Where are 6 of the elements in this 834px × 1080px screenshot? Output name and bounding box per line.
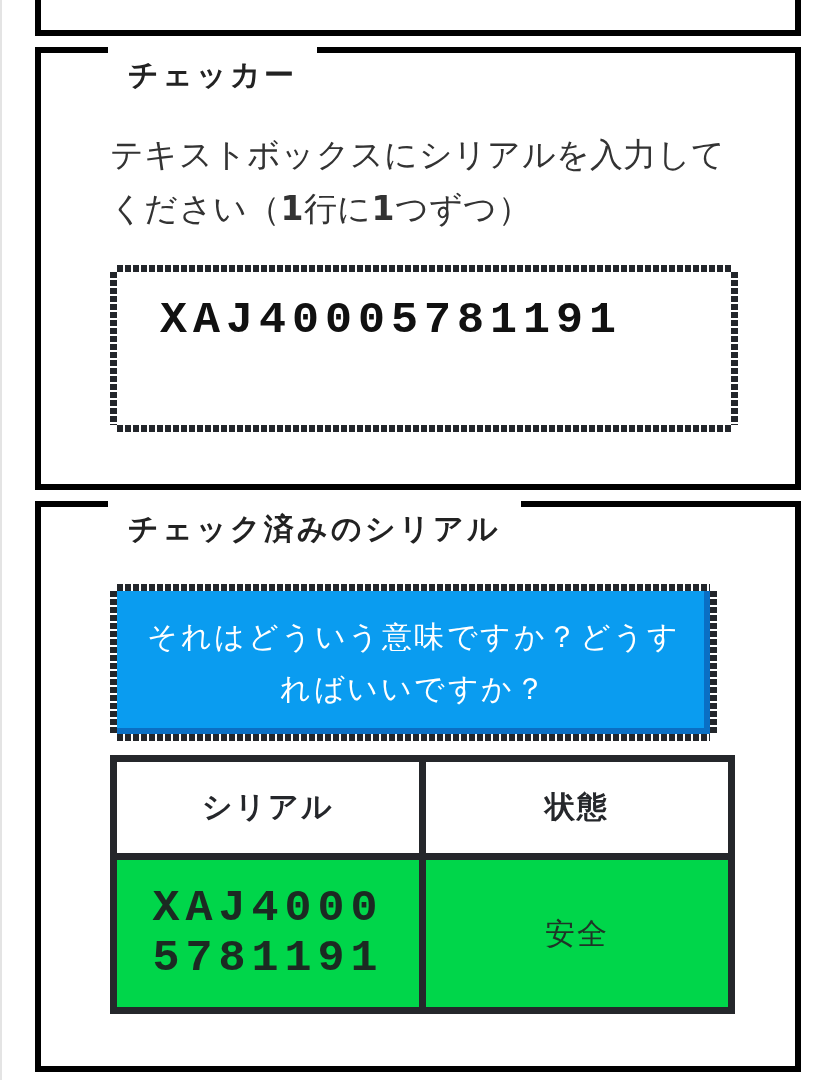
- table-cell: XAJ40005781191: [117, 860, 419, 1007]
- column-header: 状態: [426, 762, 728, 853]
- table-cell: 安全: [426, 860, 728, 1007]
- serial-input-field[interactable]: XAJ40005781191: [110, 265, 738, 432]
- column-header: シリアル: [117, 762, 419, 853]
- instruction-text: テキストボックスにシリアルを入力してください（1行に1つずつ）: [110, 134, 727, 230]
